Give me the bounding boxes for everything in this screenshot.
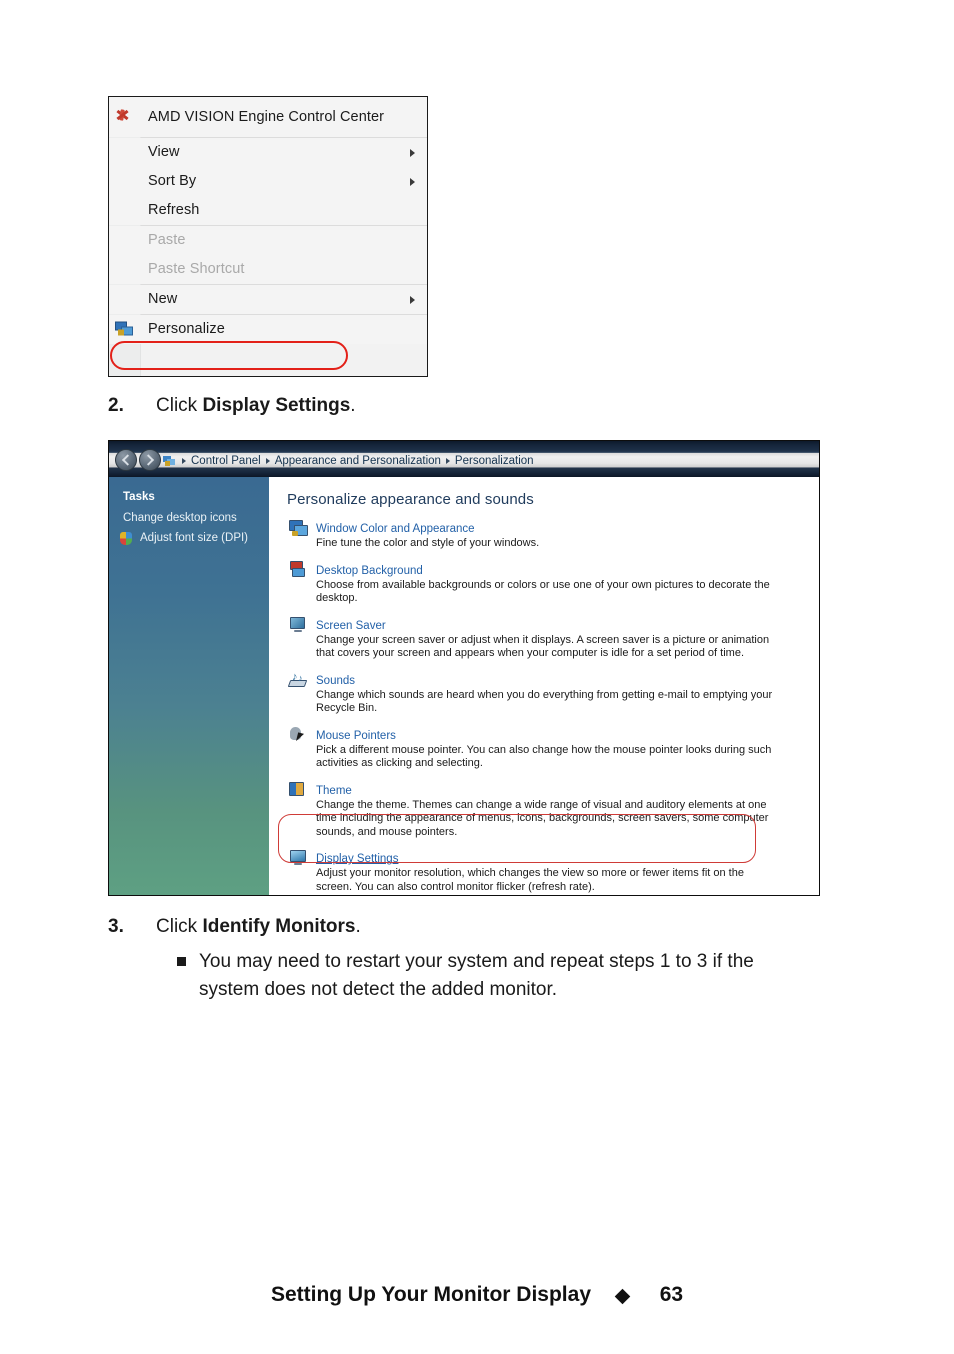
theme-icon [289, 781, 309, 800]
setting-title[interactable]: Desktop Background [316, 564, 423, 578]
breadcrumb-personalization[interactable]: Personalization [455, 455, 534, 467]
setting-title[interactable]: Mouse Pointers [316, 729, 396, 743]
display-settings-icon [289, 849, 309, 868]
context-menu-label: Paste [148, 232, 186, 248]
breadcrumb-separator-icon [182, 457, 186, 464]
step-2-number: 2. [108, 395, 124, 416]
step-3-suffix: . [355, 916, 361, 937]
step-3-text: Click Identify Monitors. [156, 914, 868, 940]
context-menu-item-refresh[interactable]: Refresh [109, 196, 427, 225]
note-line-2: system does not detect the added monitor… [199, 979, 558, 1000]
step-3-bold: Identify Monitors [202, 916, 356, 937]
personalize-icon [115, 320, 134, 339]
sounds-icon: ♪ ♪ [287, 671, 309, 690]
square-bullet-icon [177, 957, 186, 966]
personalization-window-screenshot: Control Panel Appearance and Personaliza… [108, 440, 820, 896]
page-number: 63 [659, 1283, 684, 1306]
submenu-arrow-icon [410, 148, 415, 157]
context-menu-label: Personalize [148, 321, 225, 337]
context-menu-item-view[interactable]: View [109, 138, 427, 167]
setting-row[interactable]: Mouse Pointers Pick a different mouse po… [287, 726, 819, 771]
control-panel-icon [163, 455, 177, 467]
amd-vision-icon [115, 108, 134, 127]
setting-description: Fine tune the color and style of your wi… [316, 537, 540, 549]
setting-row[interactable]: Window Color and Appearance Fine tune th… [287, 519, 819, 551]
footer-title: Setting Up Your Monitor Display [270, 1283, 592, 1306]
window-body: Tasks Change desktop icons Adjust font s… [109, 477, 819, 895]
setting-description: Change the theme. Themes can change a wi… [316, 798, 769, 838]
diamond-bullet-icon [614, 1288, 631, 1305]
context-menu-item-sort-by[interactable]: Sort By [109, 167, 427, 196]
submenu-arrow-icon [410, 295, 415, 304]
sidebar-item-label: Adjust font size (DPI) [140, 532, 249, 544]
setting-description: Adjust your monitor resolution, which ch… [316, 867, 744, 893]
setting-row[interactable]: ♪ ♪ Sounds Change which sounds are heard… [287, 671, 819, 716]
forward-button[interactable] [139, 449, 161, 471]
context-menu-item-paste-shortcut: Paste Shortcut [109, 255, 427, 284]
step-2-bold: Display Settings [202, 395, 351, 416]
page-title: Personalize appearance and sounds [287, 491, 534, 508]
setting-title[interactable]: Display Settings [316, 852, 398, 866]
step-2-prefix: Click [156, 395, 203, 416]
setting-row[interactable]: Desktop Background Choose from available… [287, 560, 819, 606]
window-title-chrome: Control Panel Appearance and Personaliza… [109, 441, 819, 477]
breadcrumb-separator-icon [445, 457, 450, 464]
context-menu-item-new[interactable]: New [109, 285, 427, 314]
setting-row[interactable]: Theme Change the theme. Themes can chang… [287, 781, 819, 840]
note-bullet: You may need to restart your system and … [177, 948, 877, 1004]
desktop-context-menu-screenshot: AMD VISION Engine Control Center View So… [108, 96, 428, 377]
page-footer: Setting Up Your Monitor Display 63 [0, 1283, 954, 1307]
sidebar-item-adjust-font-size[interactable]: Adjust font size (DPI) [120, 532, 269, 545]
context-menu-label: AMD VISION Engine Control Center [148, 109, 385, 125]
note-line-1: You may need to restart your system and … [199, 951, 754, 972]
step-2-suffix: . [350, 395, 356, 416]
desktop-background-icon [289, 560, 309, 580]
content-pane: Personalize appearance and sounds Window… [269, 477, 819, 895]
window-color-icon [289, 519, 309, 538]
context-menu-label: New [148, 291, 178, 307]
breadcrumb-control-panel[interactable]: Control Panel [191, 455, 261, 467]
back-button[interactable] [115, 449, 137, 471]
note-text: You may need to restart your system and … [199, 948, 877, 1004]
setting-title[interactable]: Window Color and Appearance [316, 522, 475, 536]
context-menu-item-personalize[interactable]: Personalize [109, 315, 427, 344]
setting-title[interactable]: Theme [316, 784, 352, 798]
shield-icon [120, 532, 132, 545]
step-3-number: 3. [108, 916, 124, 937]
step-2-text: Click Display Settings. [156, 393, 808, 419]
context-menu-label: Paste Shortcut [148, 261, 245, 277]
breadcrumb-separator-icon [265, 457, 270, 464]
context-menu-label: Refresh [148, 202, 200, 218]
context-menu-item-paste: Paste [109, 226, 427, 255]
setting-row-display-settings[interactable]: Display Settings Adjust your monitor res… [287, 849, 819, 894]
setting-title[interactable]: Sounds [316, 674, 355, 688]
breadcrumb-appearance-and-personalization[interactable]: Appearance and Personalization [275, 455, 441, 467]
setting-description: Change which sounds are heard when you d… [316, 688, 773, 715]
sidebar-item-label: Change desktop icons [123, 512, 237, 524]
setting-title[interactable]: Screen Saver [316, 619, 386, 633]
step-2: 2. Click Display Settings. [108, 393, 808, 419]
tasks-heading: Tasks [123, 491, 155, 503]
mouse-pointers-icon [289, 726, 309, 745]
step-3: 3. Click Identify Monitors. [108, 914, 868, 940]
screen-saver-icon [289, 616, 309, 635]
setting-description: Choose from available backgrounds or col… [316, 578, 770, 605]
context-menu-label: Sort By [148, 173, 197, 189]
personalize-highlight-annotation [110, 341, 348, 370]
step-3-prefix: Click [156, 916, 203, 937]
address-bar[interactable]: Control Panel Appearance and Personaliza… [163, 452, 813, 469]
setting-description: Pick a different mouse pointer. You can … [316, 743, 772, 770]
setting-description: Change your screen saver or adjust when … [316, 633, 770, 660]
setting-row[interactable]: Screen Saver Change your screen saver or… [287, 616, 819, 661]
submenu-arrow-icon [410, 177, 415, 186]
tasks-sidebar: Tasks Change desktop icons Adjust font s… [109, 477, 269, 895]
sidebar-item-change-desktop-icons[interactable]: Change desktop icons [123, 512, 269, 524]
context-menu-item-amd-vision[interactable]: AMD VISION Engine Control Center [109, 97, 427, 137]
context-menu-label: View [148, 144, 180, 160]
